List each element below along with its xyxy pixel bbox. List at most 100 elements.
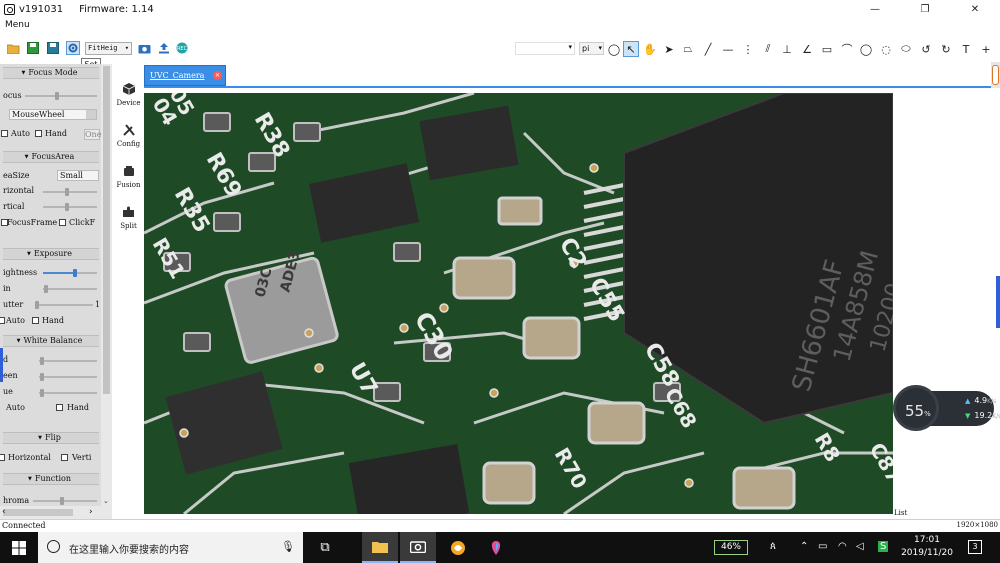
flip-header[interactable]: Flip: [3, 432, 99, 444]
tab-split[interactable]: Split: [113, 199, 144, 239]
clock[interactable]: 17:01 2019/11/20: [898, 534, 956, 560]
focus-mode-header[interactable]: Focus Mode: [3, 67, 99, 79]
slider-thumb[interactable]: [40, 389, 44, 397]
microphone-icon[interactable]: 🎙: [281, 540, 295, 553]
unit-select[interactable]: pi ▾: [579, 42, 604, 55]
horizontal-line-icon[interactable]: —: [720, 41, 736, 57]
settings-icon[interactable]: [66, 41, 80, 55]
shutter-slider[interactable]: [37, 304, 93, 306]
tab-config[interactable]: Config: [113, 117, 144, 157]
close-window-button[interactable]: ✕: [950, 0, 1000, 19]
circle-icon[interactable]: ◯: [858, 41, 874, 57]
save-icon[interactable]: [26, 41, 40, 55]
slider-thumb[interactable]: [35, 301, 39, 309]
select-arrow-icon[interactable]: ↖: [623, 41, 639, 57]
save-as-icon[interactable]: [46, 41, 60, 55]
chevron-up-icon[interactable]: ⌃: [800, 541, 808, 552]
snapshot-icon[interactable]: [137, 41, 151, 55]
pointer-icon[interactable]: ➤: [661, 41, 677, 57]
exposure-auto-checkbox[interactable]: [0, 317, 5, 324]
slider-thumb[interactable]: [40, 357, 44, 365]
scroll-left-icon[interactable]: ‹: [2, 507, 6, 517]
taskbar-search-box[interactable]: 在这里输入你要搜索的内容 🎙: [38, 532, 303, 563]
exposure-hand-checkbox[interactable]: [32, 317, 39, 324]
volume-icon[interactable]: ◁: [856, 541, 864, 552]
tab-fusion[interactable]: Fusion: [113, 158, 144, 198]
record-icon[interactable]: REC: [175, 41, 189, 55]
polygon-icon[interactable]: ⬭: [898, 41, 914, 57]
slider-thumb[interactable]: [60, 497, 64, 505]
focus-auto-checkbox[interactable]: [1, 130, 8, 137]
people-icon[interactable]: ጰ: [770, 541, 776, 552]
lasso-icon[interactable]: ◯: [606, 41, 622, 57]
camera-view[interactable]: R38 R69 R35 04 05 R51 C2 U7 C30 C55 C58 …: [144, 93, 893, 514]
zoom-select[interactable]: ▾: [515, 42, 575, 55]
exposure-header[interactable]: Exposure: [3, 248, 99, 260]
panel-vertical-scrollbar[interactable]: ⌄: [101, 64, 112, 519]
start-button[interactable]: [0, 532, 38, 563]
red-slider[interactable]: [39, 360, 97, 362]
ime-icon[interactable]: S: [878, 541, 889, 552]
slider-thumb[interactable]: [65, 188, 69, 196]
area-size-select[interactable]: Small: [57, 170, 99, 181]
network-speed-widget[interactable]: ▲ 4.9K/s ▼ 19.2K/s 55%: [893, 385, 1000, 433]
scroll-thumb[interactable]: [992, 65, 999, 85]
task-view-icon[interactable]: ⧉: [307, 532, 343, 563]
right-scrollbar[interactable]: [991, 62, 1000, 88]
arc-icon[interactable]: ⌒: [839, 41, 855, 57]
panel-horizontal-scrollbar[interactable]: ‹ ›: [0, 506, 101, 519]
scroll-right-icon[interactable]: ›: [89, 507, 93, 517]
camera-app-taskbar-icon[interactable]: [400, 532, 436, 563]
function-header[interactable]: Function: [3, 473, 99, 485]
scroll-down-icon[interactable]: ⌄: [103, 497, 110, 505]
white-balance-header[interactable]: White Balance: [3, 335, 99, 347]
slider-thumb[interactable]: [40, 373, 44, 381]
fit-mode-select[interactable]: FitHeig ▾: [85, 42, 132, 55]
horizontal-slider[interactable]: [43, 191, 97, 193]
focus-area-header[interactable]: FocusArea: [3, 151, 99, 163]
blue-slider[interactable]: [39, 392, 97, 394]
browser-icon[interactable]: [440, 532, 476, 563]
chroma-slider[interactable]: [33, 500, 97, 502]
menu-button[interactable]: Menu: [5, 20, 30, 30]
pan-hand-icon[interactable]: ✋: [642, 41, 658, 57]
flip-horizontal-checkbox[interactable]: [0, 454, 5, 461]
angle-measure-icon[interactable]: ∠: [799, 41, 815, 57]
battery-tray-icon[interactable]: ▭: [818, 541, 827, 552]
angle-icon[interactable]: ⏢: [680, 41, 696, 57]
wb-hand-checkbox[interactable]: [56, 404, 63, 411]
battery-indicator[interactable]: 46%: [714, 540, 748, 555]
gain-slider[interactable]: [43, 288, 97, 290]
arc-measure-icon[interactable]: ↻: [938, 41, 954, 57]
flip-vertical-checkbox[interactable]: [61, 454, 68, 461]
paint-app-icon[interactable]: [478, 532, 514, 563]
focus-slider[interactable]: [25, 95, 97, 97]
list-label[interactable]: List: [894, 509, 907, 517]
line-icon[interactable]: ╱: [700, 41, 716, 57]
text-tool-icon[interactable]: T: [958, 41, 974, 57]
vertical-slider[interactable]: [43, 206, 97, 208]
circle-three-point-icon[interactable]: ◌: [878, 41, 894, 57]
minimize-button[interactable]: —: [850, 0, 900, 19]
crosshair-icon[interactable]: +: [978, 41, 994, 57]
mousewheel-select[interactable]: MouseWheel: [9, 109, 97, 120]
scroll-thumb[interactable]: [3, 509, 73, 516]
parallel-lines-icon[interactable]: ⫽: [760, 41, 776, 57]
close-tab-icon[interactable]: ✕: [213, 71, 222, 80]
scroll-thumb[interactable]: [103, 66, 110, 394]
slider-thumb[interactable]: [73, 269, 77, 277]
focus-hand-checkbox[interactable]: [35, 130, 42, 137]
tab-device[interactable]: Device: [113, 76, 144, 116]
curve-icon[interactable]: ↺: [918, 41, 934, 57]
rectangle-icon[interactable]: ▭: [819, 41, 835, 57]
one-push-button[interactable]: One: [84, 129, 101, 140]
perpendicular-icon[interactable]: ⊥: [779, 41, 795, 57]
wifi-icon[interactable]: ◠: [838, 541, 847, 552]
open-folder-icon[interactable]: [6, 41, 20, 55]
maximize-button[interactable]: ❐: [900, 0, 950, 19]
click-focus-checkbox[interactable]: [59, 219, 66, 226]
slider-thumb[interactable]: [44, 285, 48, 293]
slider-thumb[interactable]: [55, 92, 59, 100]
notification-center-icon[interactable]: 3: [968, 540, 982, 554]
slider-thumb[interactable]: [65, 203, 69, 211]
